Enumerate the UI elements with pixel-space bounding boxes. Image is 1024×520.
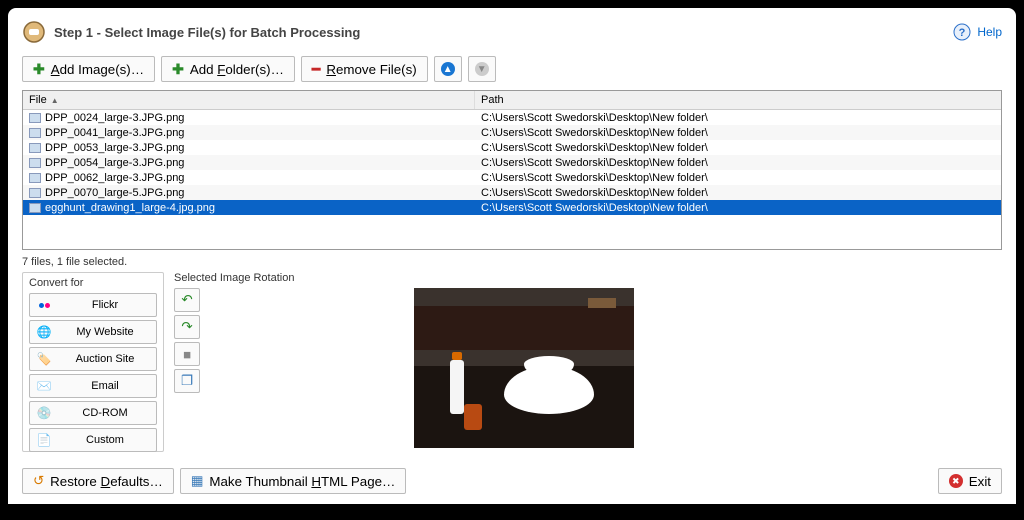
convert-cdrom-button[interactable]: 💿 CD-ROM (29, 401, 157, 425)
minus-icon: ━ (312, 61, 320, 78)
move-down-button[interactable]: ▼ (468, 56, 496, 82)
help-link[interactable]: ? Help (953, 23, 1002, 41)
grid-header: File ▲ Path (23, 91, 1001, 110)
col-header-file[interactable]: File ▲ (23, 91, 475, 109)
document-icon: 📄 (36, 432, 52, 448)
table-row[interactable]: DPP_0054_large-3.JPG.png C:\Users\Scott S… (23, 155, 1001, 170)
rotation-buttons: ↶ ↷ ■ ❐ (174, 288, 202, 393)
move-up-button[interactable]: ▲ (434, 56, 462, 82)
image-file-icon (29, 143, 41, 153)
app-icon (22, 20, 46, 44)
convert-auction-button[interactable]: 🏷️ Auction Site (29, 347, 157, 371)
table-row[interactable]: DPP_0041_large-3.JPG.png C:\Users\Scott S… (23, 125, 1001, 140)
add-image-button[interactable]: ✚ Add Image(s)… (22, 56, 155, 82)
file-name: DPP_0024_large-3.JPG.png (45, 112, 184, 124)
table-row[interactable]: DPP_0024_large-3.JPG.png C:\Users\Scott S… (23, 110, 1001, 125)
image-file-icon (29, 173, 41, 183)
add-image-label-rest: dd Image(s)… (60, 62, 144, 77)
cell-path: C:\Users\Scott Swedorski\Desktop\New fol… (475, 172, 1001, 184)
exit-button[interactable]: ✖ Exit (938, 468, 1002, 494)
cell-path: C:\Users\Scott Swedorski\Desktop\New fol… (475, 202, 1001, 214)
cell-file: DPP_0070_large-5.JPG.png (23, 187, 475, 199)
convert-label: Convert for (29, 277, 157, 289)
svg-text:?: ? (959, 27, 966, 39)
header: Step 1 - Select Image File(s) for Batch … (22, 20, 1002, 44)
plus-icon: ✚ (33, 61, 45, 78)
image-file-icon (29, 188, 41, 198)
cell-file: DPP_0062_large-3.JPG.png (23, 172, 475, 184)
table-row[interactable]: DPP_0053_large-3.JPG.png C:\Users\Scott S… (23, 140, 1001, 155)
file-name: DPP_0062_large-3.JPG.png (45, 172, 184, 184)
file-name: DPP_0070_large-5.JPG.png (45, 187, 184, 199)
close-icon: ✖ (949, 474, 963, 488)
page-title: Step 1 - Select Image File(s) for Batch … (54, 25, 360, 40)
image-preview (414, 288, 634, 448)
grid-body: DPP_0024_large-3.JPG.png C:\Users\Scott S… (23, 110, 1001, 215)
cell-file: DPP_0041_large-3.JPG.png (23, 127, 475, 139)
rotate-right-button[interactable]: ↷ (174, 315, 200, 339)
table-row[interactable]: DPP_0070_large-5.JPG.png C:\Users\Scott S… (23, 185, 1001, 200)
cell-file: DPP_0024_large-3.JPG.png (23, 112, 475, 124)
plus-icon: ✚ (172, 61, 184, 78)
cell-path: C:\Users\Scott Swedorski\Desktop\New fol… (475, 142, 1001, 154)
file-name: DPP_0053_large-3.JPG.png (45, 142, 184, 154)
table-row[interactable]: DPP_0062_large-3.JPG.png C:\Users\Scott S… (23, 170, 1001, 185)
convert-email-button[interactable]: ✉️ Email (29, 374, 157, 398)
grid-icon: ▦ (191, 473, 204, 489)
rotate-left-icon: ↶ (181, 292, 192, 308)
cell-file: egghunt_drawing1_large-4.jpg.png (23, 202, 475, 214)
cell-path: C:\Users\Scott Swedorski\Desktop\New fol… (475, 112, 1001, 124)
stop-icon: ■ (183, 347, 191, 362)
disc-icon: 💿 (36, 405, 52, 421)
rotation-panel: Selected Image Rotation ↶ ↷ ■ ❐ (174, 272, 1002, 452)
cell-file: DPP_0054_large-3.JPG.png (23, 157, 475, 169)
rotate-right-icon: ↷ (181, 319, 192, 335)
rotate-stop-button[interactable]: ■ (174, 342, 200, 366)
cell-path: C:\Users\Scott Swedorski\Desktop\New fol… (475, 157, 1001, 169)
file-name: egghunt_drawing1_large-4.jpg.png (45, 202, 215, 214)
file-name: DPP_0054_large-3.JPG.png (45, 157, 184, 169)
add-folder-button[interactable]: ✚ Add Folder(s)… (161, 56, 295, 82)
image-file-icon (29, 128, 41, 138)
toolbar: ✚ Add Image(s)… ✚ Add Folder(s)… ━ Remov… (22, 56, 1002, 82)
main-window: Step 1 - Select Image File(s) for Batch … (8, 8, 1016, 504)
file-grid[interactable]: File ▲ Path DPP_0024_large-3.JPG.png C:\U… (22, 90, 1002, 250)
cell-path: C:\Users\Scott Swedorski\Desktop\New fol… (475, 187, 1001, 199)
restore-defaults-button[interactable]: ↺ Restore Defaults… (22, 468, 174, 494)
globe-icon: 🌐 (36, 324, 52, 340)
lower-panels: Convert for Flickr 🌐 My Website 🏷️ Aucti… (22, 272, 1002, 452)
convert-flickr-button[interactable]: Flickr (29, 293, 157, 317)
rotate-left-button[interactable]: ↶ (174, 288, 200, 312)
status-text: 7 files, 1 file selected. (22, 256, 1002, 268)
convert-panel: Convert for Flickr 🌐 My Website 🏷️ Aucti… (22, 272, 164, 452)
tag-icon: 🏷️ (36, 351, 52, 367)
footer: ↺ Restore Defaults… ▦ Make Thumbnail HTM… (22, 468, 1002, 494)
envelope-icon: ✉️ (36, 378, 52, 394)
rotate-copy-button[interactable]: ❐ (174, 369, 200, 393)
sort-indicator-icon: ▲ (51, 96, 59, 105)
image-file-icon (29, 203, 41, 213)
convert-custom-button[interactable]: 📄 Custom (29, 428, 157, 452)
file-name: DPP_0041_large-3.JPG.png (45, 127, 184, 139)
col-header-path[interactable]: Path (475, 91, 1001, 109)
help-label: Help (977, 25, 1002, 39)
flickr-icon (36, 297, 52, 313)
image-file-icon (29, 158, 41, 168)
header-left: Step 1 - Select Image File(s) for Batch … (22, 20, 360, 44)
arrow-down-icon: ▼ (475, 62, 489, 76)
cell-path: C:\Users\Scott Swedorski\Desktop\New fol… (475, 127, 1001, 139)
copy-icon: ❐ (181, 373, 193, 389)
image-file-icon (29, 113, 41, 123)
table-row[interactable]: egghunt_drawing1_large-4.jpg.png C:\Users… (23, 200, 1001, 215)
convert-website-button[interactable]: 🌐 My Website (29, 320, 157, 344)
remove-files-button[interactable]: ━ Remove File(s) (301, 56, 428, 82)
arrow-up-icon: ▲ (441, 62, 455, 76)
refresh-icon: ↺ (33, 473, 44, 489)
make-thumbnail-button[interactable]: ▦ Make Thumbnail HTML Page… (180, 468, 407, 494)
cell-file: DPP_0053_large-3.JPG.png (23, 142, 475, 154)
rotation-label: Selected Image Rotation (174, 272, 1002, 284)
